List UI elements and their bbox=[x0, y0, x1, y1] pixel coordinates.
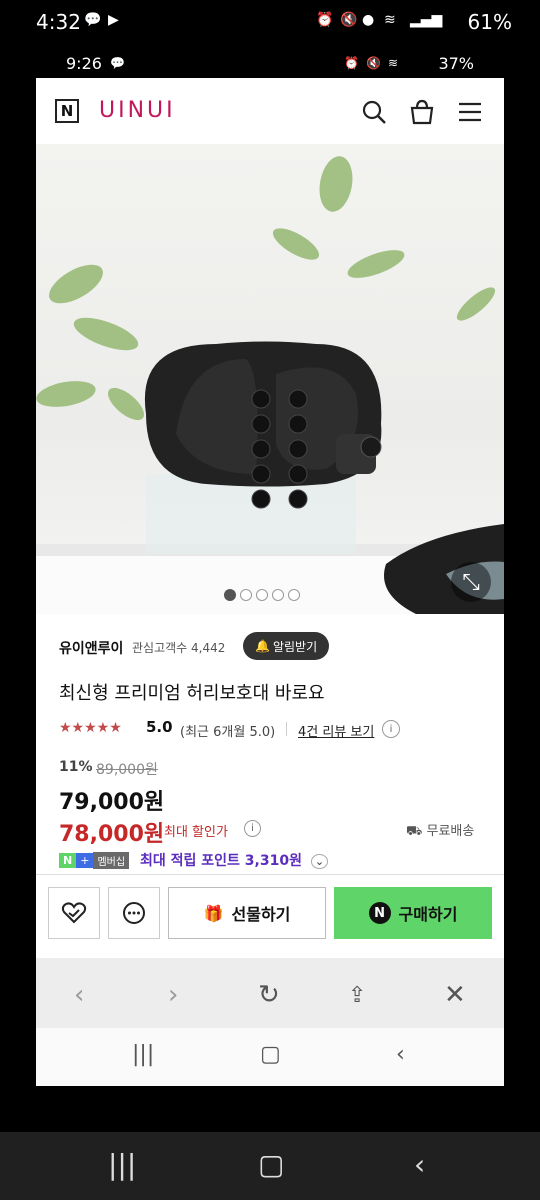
site-header: N UINUI bbox=[36, 78, 504, 144]
shipping-label: 무료배송 bbox=[426, 824, 475, 839]
points-text: 최대 적립 포인트 3,310원 bbox=[140, 853, 302, 869]
divider bbox=[286, 722, 287, 736]
heart-check-icon bbox=[61, 902, 87, 924]
best-price-label: 최대 할인가 bbox=[164, 825, 228, 840]
location-icon: ● bbox=[362, 12, 375, 28]
naver-n-badge: N bbox=[59, 852, 77, 868]
carousel-dots bbox=[224, 586, 304, 605]
outer-system-nav: ||| ▢ ‹ bbox=[0, 1132, 540, 1200]
cart-bag-icon[interactable] bbox=[408, 98, 436, 126]
purchase-action-bar: 🎁 선물하기 N 구매하기 bbox=[36, 874, 504, 963]
home-icon[interactable]: ▢ bbox=[258, 1148, 284, 1181]
review-link[interactable]: 4건 리뷰 보기 bbox=[298, 721, 374, 740]
alarm-icon: ⏰ bbox=[316, 12, 334, 28]
expand-icon[interactable]: ⤡ bbox=[451, 562, 491, 602]
forward-icon[interactable]: › bbox=[168, 980, 178, 1010]
rating-detail: (최근 6개월 5.0) bbox=[180, 725, 276, 740]
inner-battery: 37% bbox=[438, 54, 474, 73]
membership-badge: N + 멤버십 bbox=[59, 850, 130, 870]
wishlist-button[interactable] bbox=[48, 887, 100, 939]
max-points[interactable]: 최대 적립 포인트 3,310원 ⌄ bbox=[140, 850, 329, 870]
talk-icon: 💬 bbox=[84, 12, 102, 28]
gift-button[interactable]: 🎁 선물하기 bbox=[168, 887, 326, 939]
mute-icon: 🔇 bbox=[366, 56, 381, 70]
refresh-icon[interactable]: ↻ bbox=[258, 980, 280, 1010]
back-icon[interactable]: ‹ bbox=[74, 980, 84, 1010]
chevron-down-icon: ⌄ bbox=[310, 854, 329, 869]
outer-status-bar: 4:32 💬 ▶ ⏰ 🔇 ● ≋ ▂▄▆ 61% bbox=[0, 0, 540, 44]
naver-n-icon[interactable]: N bbox=[55, 99, 79, 123]
browser-toolbar: ‹ › ↻ ⇪ ✕ bbox=[36, 958, 504, 1028]
recent-apps-icon[interactable]: ||| bbox=[108, 1148, 136, 1181]
menu-icon[interactable] bbox=[456, 98, 484, 126]
alarm-label: 알림받기 bbox=[272, 639, 318, 654]
search-icon[interactable] bbox=[360, 98, 388, 126]
gift-icon: 🎁 bbox=[203, 903, 224, 923]
browser-screen: N UINUI ⤡ 유이앤루이 관심고객수 4,442 🔔 알림받기 최신형 프… bbox=[36, 78, 504, 1086]
membership-label: 멤버십 bbox=[93, 851, 130, 869]
gift-label: 선물하기 bbox=[231, 905, 291, 924]
watcher-count: 관심고객수 4,442 bbox=[132, 641, 226, 655]
buy-button[interactable]: N 구매하기 bbox=[334, 887, 492, 939]
share-icon[interactable]: ⇪ bbox=[348, 983, 366, 1008]
recent-apps-icon[interactable]: ||| bbox=[132, 1042, 154, 1067]
discount-rate: 11% bbox=[59, 759, 93, 775]
wifi-icon: ≋ bbox=[388, 56, 399, 70]
outer-clock: 4:32 bbox=[36, 10, 81, 34]
free-shipping: ⛟ 무료배송 bbox=[406, 820, 474, 841]
seller-name[interactable]: 유이앤루이 bbox=[59, 638, 123, 658]
carousel-dot[interactable] bbox=[256, 589, 268, 601]
chat-icon bbox=[123, 902, 145, 924]
product-image[interactable] bbox=[36, 144, 504, 614]
mute-icon: 🔇 bbox=[340, 12, 358, 28]
carousel-dot[interactable] bbox=[224, 589, 236, 601]
info-icon[interactable]: i bbox=[382, 720, 400, 738]
back-nav-icon[interactable]: ‹ bbox=[396, 1042, 405, 1067]
home-icon[interactable]: ▢ bbox=[260, 1042, 281, 1067]
bell-plus-icon: 🔔 bbox=[255, 639, 270, 653]
original-price: 89,000원 bbox=[96, 762, 158, 778]
inner-status-bar: 9:26 💬 ⏰ 🔇 ≋ 37% bbox=[36, 52, 504, 78]
rating-stars: ★★★★★ bbox=[59, 720, 122, 736]
back-nav-icon[interactable]: ‹ bbox=[414, 1148, 425, 1181]
buy-label: 구매하기 bbox=[398, 905, 458, 924]
best-price: 78,000원 bbox=[59, 822, 165, 847]
carousel-dot[interactable] bbox=[240, 589, 252, 601]
brand-logo[interactable]: UINUI bbox=[99, 98, 176, 123]
wifi-icon: ≋ bbox=[384, 12, 396, 28]
alarm-button[interactable]: 🔔 알림받기 bbox=[243, 632, 330, 660]
rating-value: 5.0 bbox=[146, 718, 173, 736]
carousel-dot[interactable] bbox=[272, 589, 284, 601]
sale-price: 79,000원 bbox=[59, 790, 165, 815]
product-title: 최신형 프리미엄 허리보호대 바로요 bbox=[59, 683, 325, 704]
inner-system-nav: ||| ▢ ‹ bbox=[36, 1028, 504, 1086]
info-icon[interactable]: i bbox=[244, 820, 261, 837]
truck-icon: ⛟ bbox=[406, 824, 423, 839]
alarm-icon: ⏰ bbox=[344, 56, 359, 70]
close-icon[interactable]: ✕ bbox=[444, 980, 466, 1010]
talk-icon: 💬 bbox=[110, 56, 125, 70]
plus-badge: + bbox=[76, 852, 94, 868]
carousel-dot[interactable] bbox=[288, 589, 300, 601]
inner-clock: 9:26 bbox=[66, 54, 102, 73]
youtube-icon: ▶ bbox=[108, 12, 119, 28]
outer-battery: 61% bbox=[467, 10, 512, 34]
talk-button[interactable] bbox=[108, 887, 160, 939]
signal-icon: ▂▄▆ bbox=[410, 12, 443, 28]
naver-pay-icon: N bbox=[368, 902, 391, 924]
